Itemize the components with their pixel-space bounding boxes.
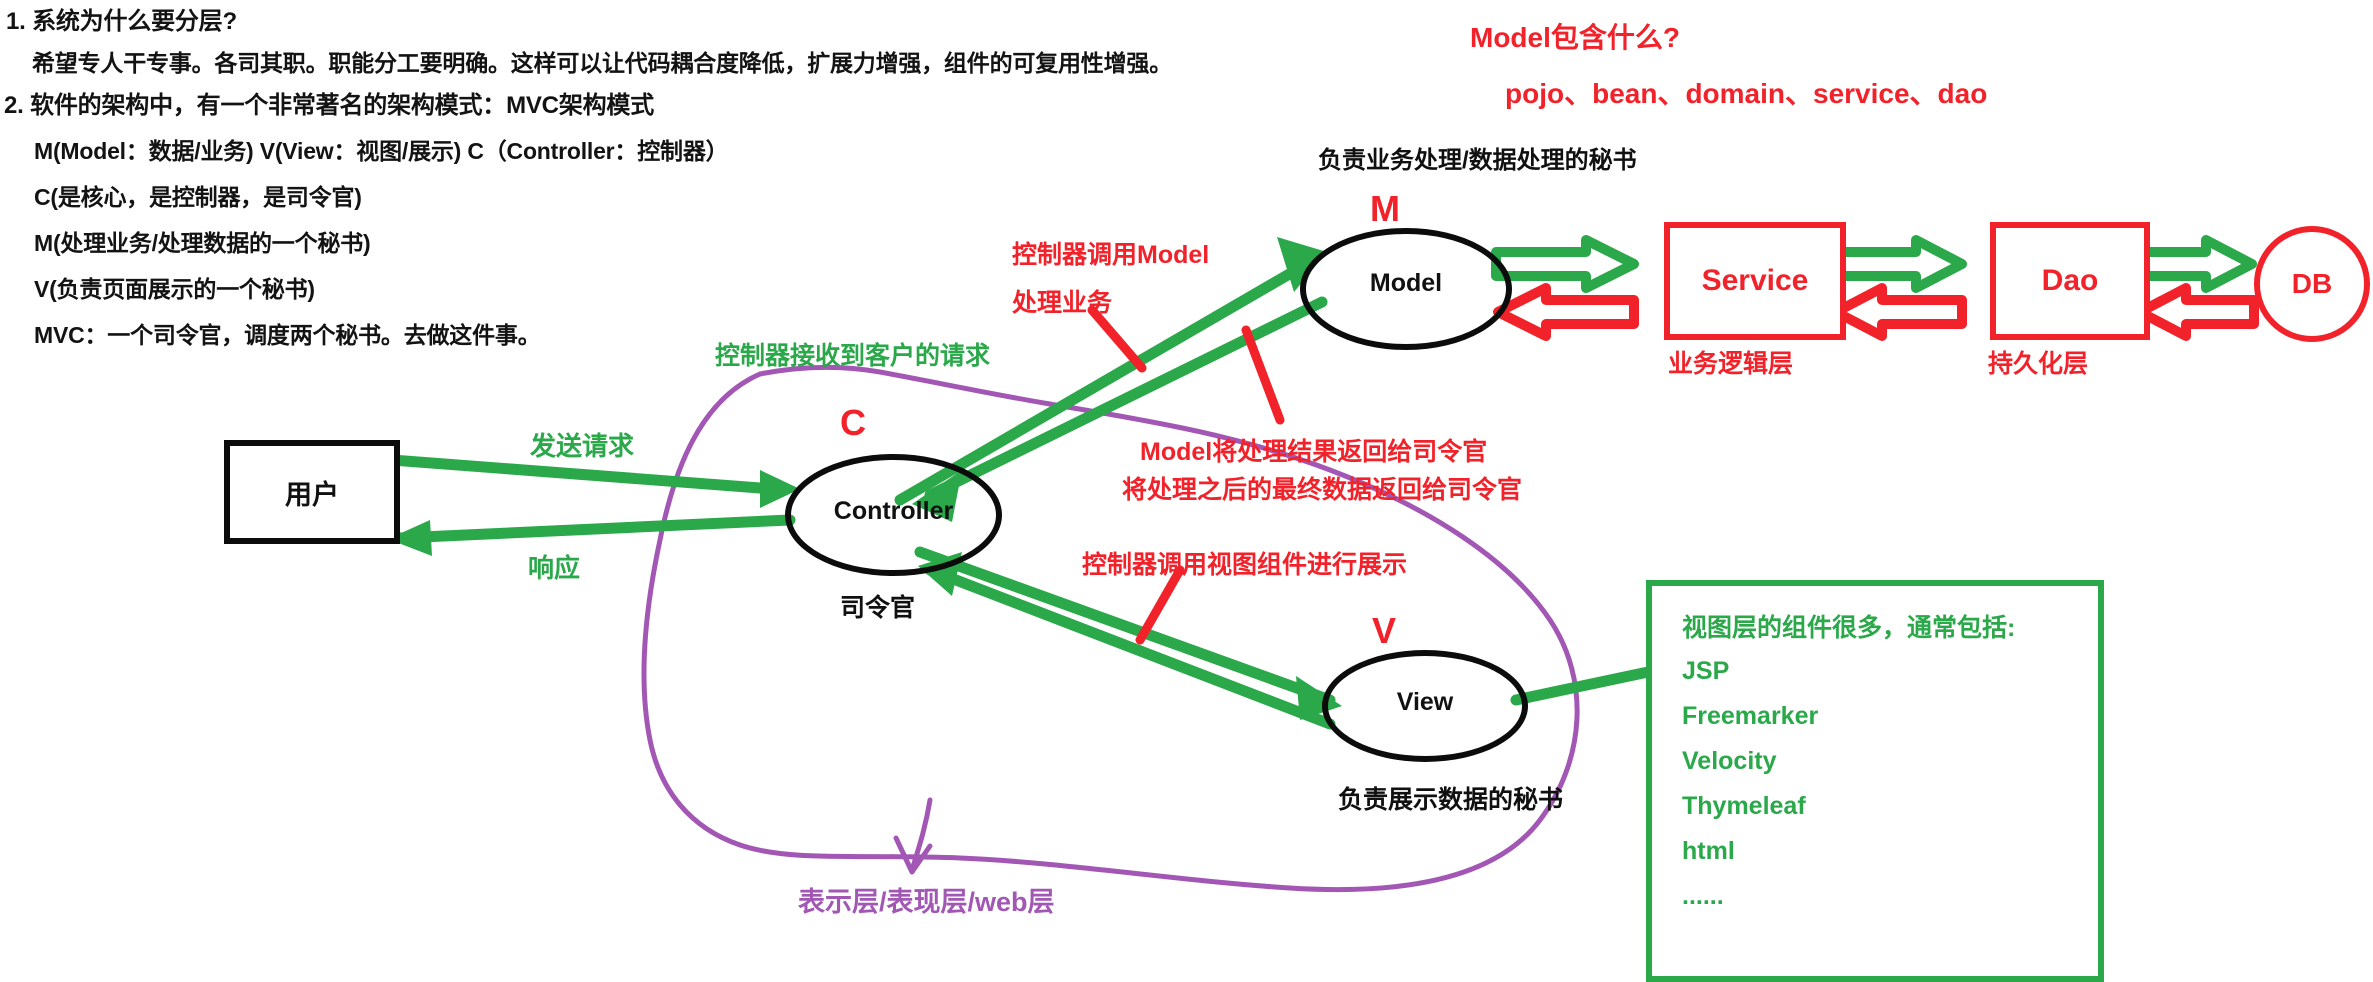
arrow-dao-to-db xyxy=(2133,235,2257,293)
controller-node[interactable]: Controller xyxy=(785,454,1002,576)
arrow-db-to-dao xyxy=(2135,283,2259,341)
note-line-6: M(处理业务/处理数据的一个秘书) xyxy=(34,230,371,256)
controller-label: Controller xyxy=(833,496,954,525)
label-response: 响应 xyxy=(528,553,581,583)
note-line-2: 希望专人干专事。各司其职。职能分工要明确。这样可以让代码耦合度降低，扩展力增强，… xyxy=(32,50,1173,76)
dao-label: Dao xyxy=(2041,264,2099,297)
connector-view-to-components-box xyxy=(1510,666,1654,706)
label-send-request: 发送请求 xyxy=(530,431,635,461)
view-component-item: Freemarker xyxy=(1682,702,1819,730)
view-node[interactable]: View xyxy=(1322,650,1528,762)
arrow-model-to-service xyxy=(1491,235,1639,293)
note-line-1: 1. 系统为什么要分层? xyxy=(6,8,237,35)
note-line-4: M(Model：数据/业务) V(View：视图/展示) C（Controlle… xyxy=(34,138,729,164)
note-line-3: 2. 软件的架构中，有一个非常著名的架构模式：MVC架构模式 xyxy=(4,92,655,119)
annotation-model-returns-line1: Model将处理结果返回给司令官 xyxy=(1140,438,1488,466)
view-components-box: 视图层的组件很多，通常包括: JSP Freemarker Velocity T… xyxy=(1646,580,2104,982)
annotation-controller-calls-view: 控制器调用视图组件进行展示 xyxy=(1082,551,1408,579)
leader-model-returns xyxy=(1241,325,1285,425)
view-component-item: ...... xyxy=(1682,882,1724,910)
view-component-item: Velocity xyxy=(1682,747,1777,775)
view-caption: 负责展示数据的秘书 xyxy=(1338,786,1564,814)
annotation-controller-receives-request: 控制器接收到客户的请求 xyxy=(715,342,991,370)
db-node[interactable]: DB xyxy=(2254,226,2370,342)
db-label: DB xyxy=(2291,268,2333,299)
controller-caption: 司令官 xyxy=(840,594,916,622)
controller-tag-letter: C xyxy=(840,402,866,443)
service-caption: 业务逻辑层 xyxy=(1668,350,1794,378)
arrow-controller-to-user xyxy=(388,514,796,556)
view-components-title: 视图层的组件很多，通常包括: xyxy=(1682,614,2016,642)
service-node[interactable]: Service xyxy=(1664,222,1846,340)
note-line-5: C(是核心，是控制器，是司令官) xyxy=(34,184,362,210)
dao-caption: 持久化层 xyxy=(1988,350,2089,378)
arrow-user-to-controller xyxy=(386,454,800,508)
note-line-7: V(负责页面展示的一个秘书) xyxy=(34,276,315,302)
user-node[interactable]: 用户 xyxy=(224,440,400,544)
annotation-controller-calls-model-line2: 处理业务 xyxy=(1012,289,1113,317)
dao-node[interactable]: Dao xyxy=(1990,222,2150,340)
model-tag-letter: M xyxy=(1370,188,1400,229)
model-contains-answer: pojo、bean、domain、service、dao xyxy=(1505,78,1988,109)
label-web-layer: 表示层/表现层/web层 xyxy=(798,887,1055,917)
user-label: 用户 xyxy=(285,479,339,510)
note-line-8: MVC：一个司令官，调度两个秘书。去做这件事。 xyxy=(34,322,541,348)
model-node[interactable]: Model xyxy=(1300,228,1512,350)
model-contains-question: Model包含什么? xyxy=(1470,22,1680,53)
view-component-item: Thymeleaf xyxy=(1682,792,1806,820)
annotation-controller-calls-model-line1: 控制器调用Model xyxy=(1012,241,1210,269)
mvc-architecture-diagram: .gstroke{stroke:#2aa84a;stroke-width:11;… xyxy=(0,0,2373,982)
view-component-item: JSP xyxy=(1682,657,1730,685)
model-caption: 负责业务处理/数据处理的秘书 xyxy=(1318,147,1637,174)
arrow-service-to-model xyxy=(1493,283,1639,341)
view-component-item: html xyxy=(1682,837,1735,865)
service-label: Service xyxy=(1701,264,1809,297)
view-tag-letter: V xyxy=(1372,610,1397,651)
model-label: Model xyxy=(1369,268,1443,297)
view-label: View xyxy=(1396,687,1454,716)
arrow-service-to-dao xyxy=(1829,235,1967,293)
arrow-dao-to-service xyxy=(1831,283,1967,341)
annotation-model-returns-line2: 将处理之后的最终数据返回给司令官 xyxy=(1122,476,1523,504)
